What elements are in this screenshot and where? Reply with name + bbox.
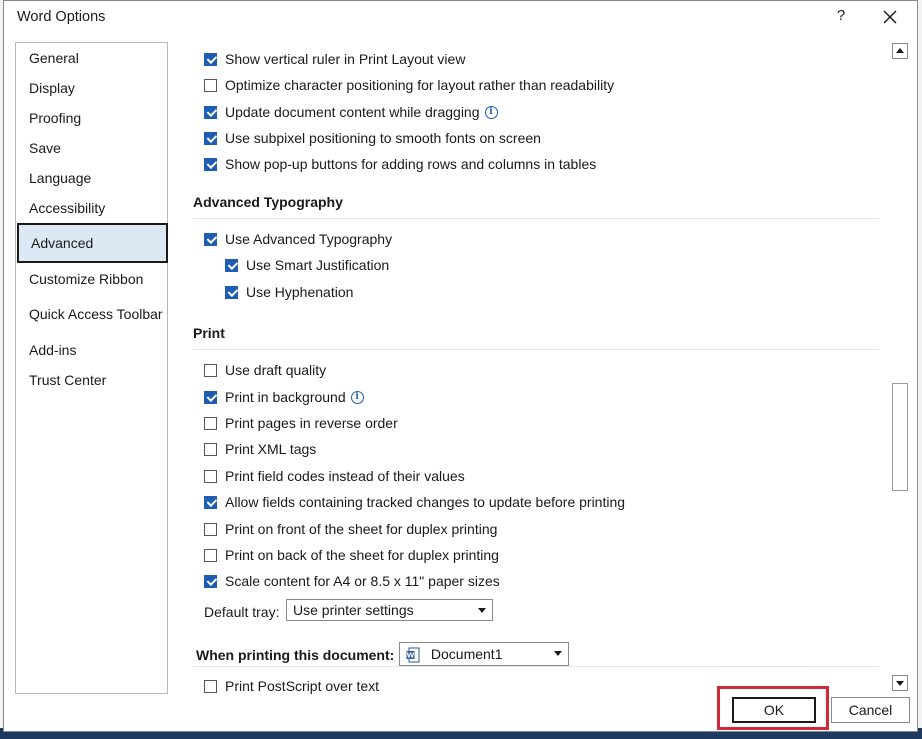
option-print-in-background[interactable]: Print in background i [204,386,364,408]
option-update-content-while-dragging[interactable]: Update document content while dragging i [204,101,498,123]
chevron-down-icon [554,651,562,656]
cancel-button[interactable]: Cancel [831,697,910,723]
ok-button[interactable]: OK [732,697,816,723]
nav-item-quick-access-toolbar[interactable]: Quick Access Toolbar [16,301,167,327]
checkbox[interactable] [225,285,238,299]
checkbox[interactable] [204,390,217,404]
dialog-title: Word Options [17,9,106,25]
nav-item-language[interactable]: Language [16,165,167,191]
section-heading-advanced-typography: Advanced Typography [193,194,343,210]
when-printing-label: When printing this document: [196,647,395,663]
checkbox[interactable] [225,258,238,272]
nav-item-customize-ribbon[interactable]: Customize Ribbon [16,266,167,292]
section-divider [193,666,879,667]
option-label: Scale content for A4 or 8.5 x 11" paper … [225,573,500,589]
scroll-up-button[interactable] [892,43,908,59]
help-button[interactable]: ? [830,5,852,27]
nav-item-general[interactable]: General [16,45,167,71]
scroll-down-button[interactable] [892,675,908,691]
option-label: Print on back of the sheet for duplex pr… [225,547,499,563]
option-label: Use subpixel positioning to smooth fonts… [225,130,541,146]
checkbox[interactable] [204,679,217,693]
section-heading-print: Print [193,325,225,341]
advanced-options-panel: Show vertical ruler in Print Layout view… [184,42,888,694]
checkbox[interactable] [204,416,217,430]
scroll-thumb[interactable] [892,383,908,491]
option-print-back-duplex[interactable]: Print on back of the sheet for duplex pr… [204,544,499,566]
checkbox[interactable] [204,574,217,588]
checkbox[interactable] [204,522,217,536]
section-divider [193,349,879,350]
checkbox[interactable] [204,442,217,456]
checkbox[interactable] [204,363,217,377]
option-label: Use Hyphenation [246,284,354,300]
option-label: Print pages in reverse order [225,415,398,431]
nav-item-display[interactable]: Display [16,75,167,101]
word-document-icon: W [406,647,420,663]
document-select[interactable]: W Document1 [399,642,569,666]
option-print-reverse-order[interactable]: Print pages in reverse order [204,412,398,434]
default-tray-label: Default tray: [204,604,280,620]
nav-item-proofing[interactable]: Proofing [16,105,167,131]
nav-item-trust-center[interactable]: Trust Center [16,367,167,393]
option-label: Show vertical ruler in Print Layout view [225,51,466,67]
option-use-hyphenation[interactable]: Use Hyphenation [225,281,353,303]
option-label: Print field codes instead of their value… [225,468,465,484]
word-options-dialog: Word Options ? General Display Proofing … [3,0,918,732]
checkbox[interactable] [204,131,217,145]
option-use-advanced-typography[interactable]: Use Advanced Typography [204,228,392,250]
option-show-vertical-ruler[interactable]: Show vertical ruler in Print Layout view [204,48,465,70]
option-label: Print PostScript over text [225,678,380,694]
option-print-postscript-over-text[interactable]: Print PostScript over text [204,675,379,694]
checkbox[interactable] [204,78,217,92]
nav-item-save[interactable]: Save [16,135,167,161]
checkbox[interactable] [204,105,217,119]
option-label: Print in background [225,389,346,405]
option-label: Print XML tags [225,441,317,457]
option-use-smart-justification[interactable]: Use Smart Justification [225,254,389,276]
option-label: Optimize character positioning for layou… [225,77,615,93]
option-label: Use Advanced Typography [225,231,393,247]
checkbox[interactable] [204,52,217,66]
checkbox[interactable] [204,157,217,171]
default-tray-value: Use printer settings [293,602,414,618]
nav-item-advanced[interactable]: Advanced [17,223,168,263]
checkbox[interactable] [204,495,217,509]
info-icon[interactable]: i [484,105,498,119]
document-value: Document1 [430,646,503,662]
option-print-field-codes[interactable]: Print field codes instead of their value… [204,465,465,487]
option-optimize-character-positioning[interactable]: Optimize character positioning for layou… [204,74,614,96]
option-show-popup-buttons[interactable]: Show pop-up buttons for adding rows and … [204,153,596,175]
option-print-front-duplex[interactable]: Print on front of the sheet for duplex p… [204,518,497,540]
option-label: Print on front of the sheet for duplex p… [225,521,498,537]
option-allow-tracked-changes-update[interactable]: Allow fields containing tracked changes … [204,491,625,513]
option-label: Use draft quality [225,362,327,378]
nav-item-accessibility[interactable]: Accessibility [16,195,167,221]
option-use-draft-quality[interactable]: Use draft quality [204,359,326,381]
default-tray-select[interactable]: Use printer settings [286,599,493,621]
option-subpixel-positioning[interactable]: Use subpixel positioning to smooth fonts… [204,127,541,149]
option-label: Show pop-up buttons for adding rows and … [225,156,597,172]
svg-text:W: W [407,652,415,660]
close-icon [883,10,897,24]
options-scrollbar[interactable] [891,43,909,695]
close-button[interactable] [878,5,902,29]
option-label: Update document content while dragging [225,104,480,120]
option-print-xml-tags[interactable]: Print XML tags [204,438,316,460]
checkbox[interactable] [204,469,217,483]
checkbox[interactable] [204,232,217,246]
chevron-down-icon [478,608,486,613]
checkbox[interactable] [204,548,217,562]
nav-item-add-ins[interactable]: Add-ins [16,337,167,363]
options-nav: General Display Proofing Save Language A… [15,42,168,694]
info-icon[interactable]: i [350,390,364,404]
section-divider [193,218,879,219]
option-scale-content-paper-sizes[interactable]: Scale content for A4 or 8.5 x 11" paper … [204,570,500,592]
option-label: Allow fields containing tracked changes … [225,494,626,510]
option-label: Use Smart Justification [246,257,390,273]
